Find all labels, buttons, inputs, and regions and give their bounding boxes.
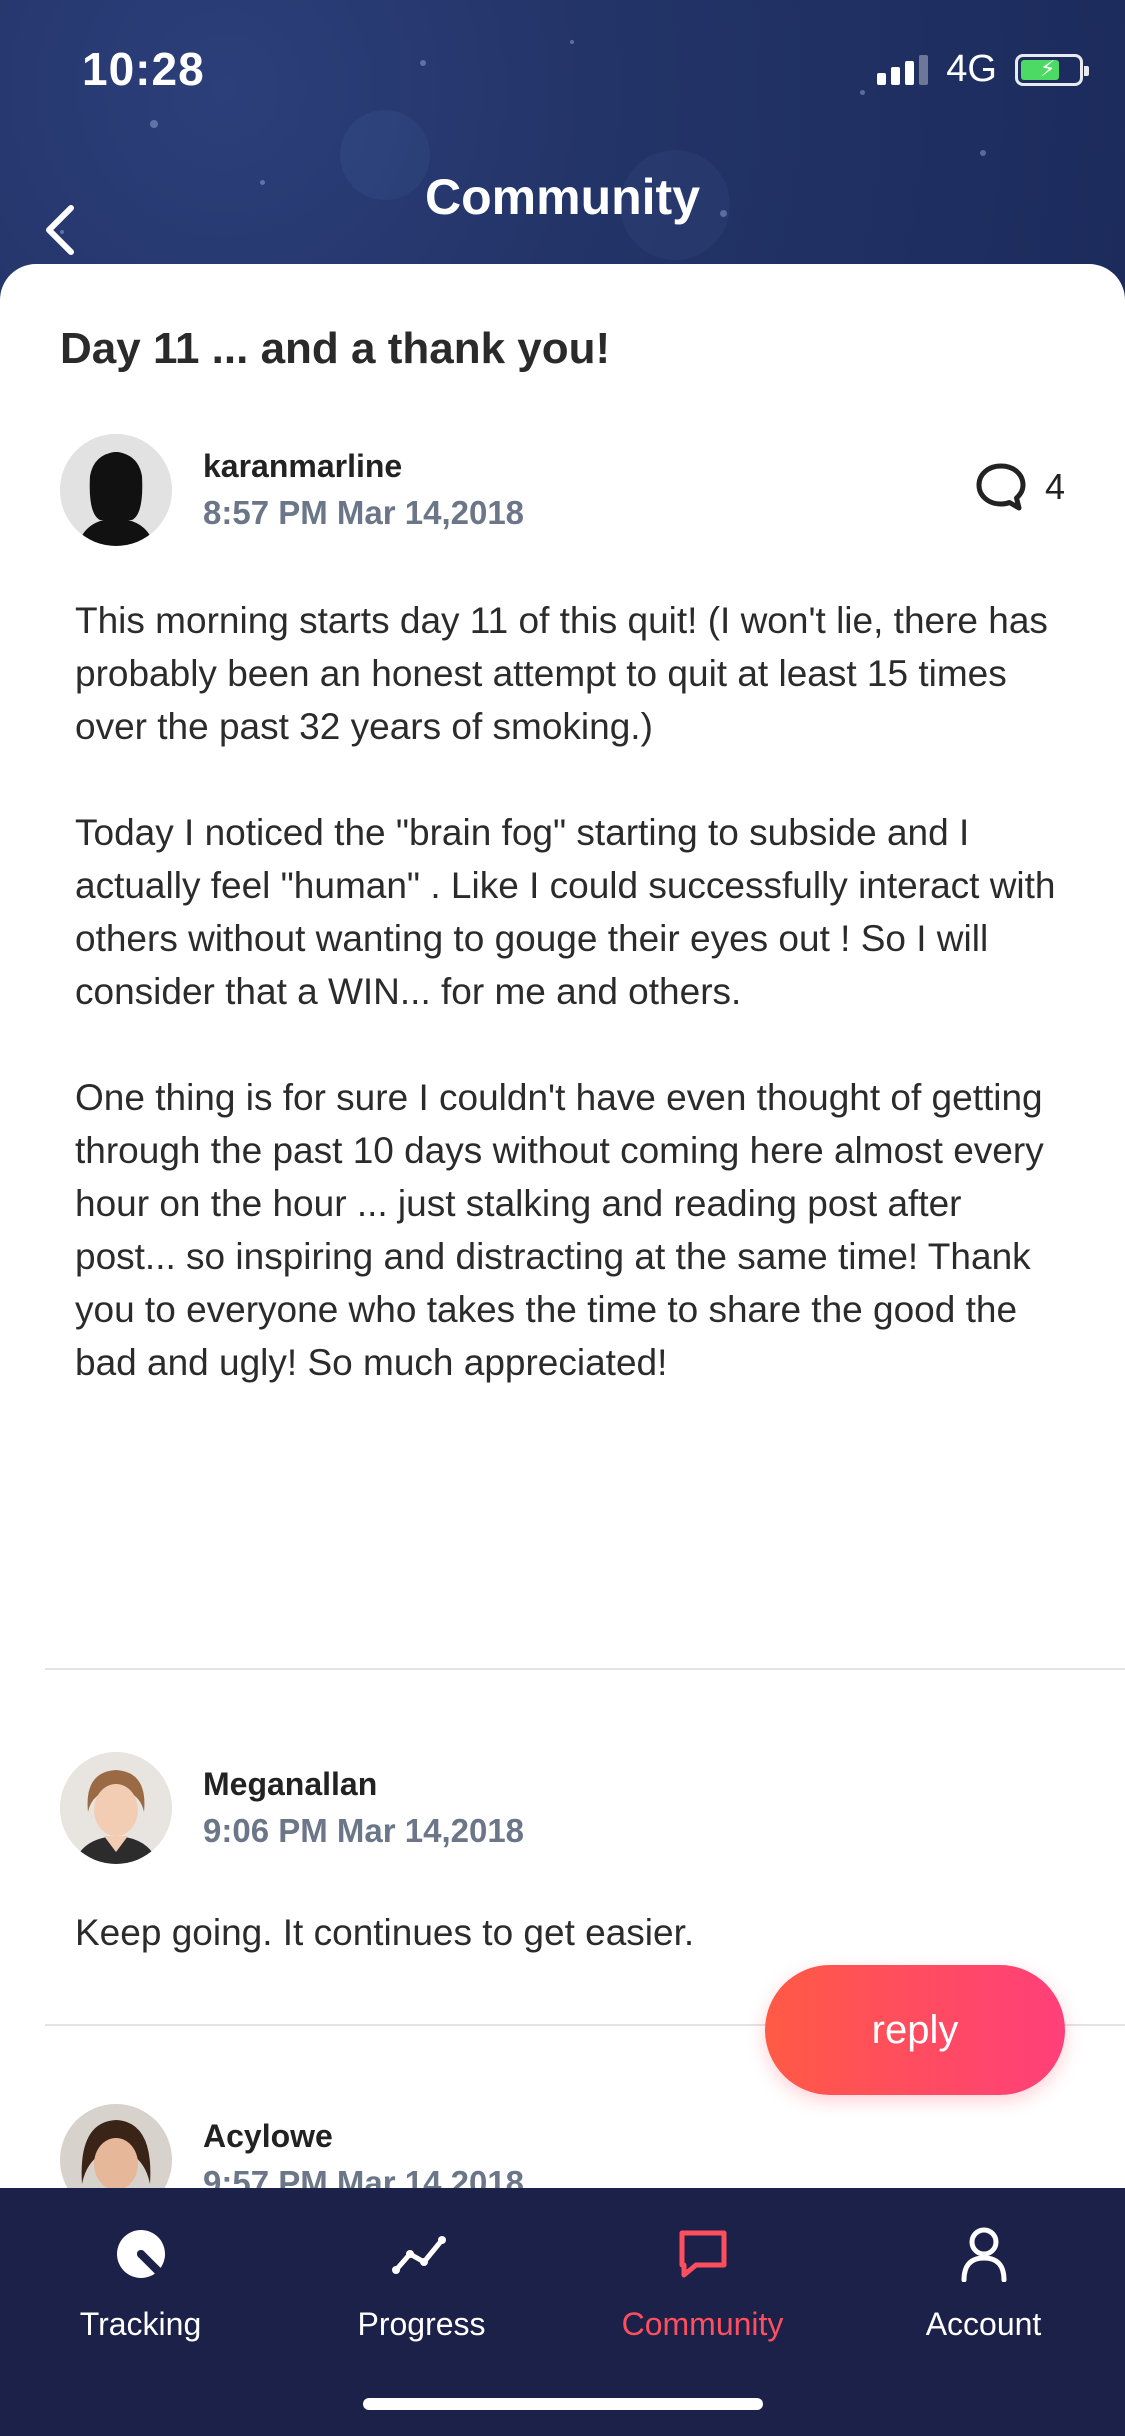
post-author-row: karanmarline 8:57 PM Mar 14,2018 4 bbox=[60, 434, 1065, 549]
community-icon bbox=[679, 2230, 726, 2278]
signal-icon bbox=[877, 54, 929, 85]
tab-bar: Tracking Progress Community Account bbox=[0, 2188, 1125, 2436]
battery-icon: ⚡ bbox=[1015, 53, 1089, 86]
tab-community[interactable]: Community bbox=[562, 2188, 843, 2388]
post-timestamp: 8:57 PM Mar 14,2018 bbox=[203, 494, 525, 531]
page-title: Community bbox=[425, 169, 700, 225]
comment-text: Keep going. It continues to get easier. bbox=[75, 1912, 695, 1953]
user-photo-icon bbox=[60, 2104, 172, 2188]
network-label: 4G bbox=[946, 48, 997, 90]
tab-label: Account bbox=[925, 2306, 1042, 2342]
tracking-icon bbox=[116, 2230, 167, 2280]
comment-count-value: 4 bbox=[1044, 466, 1065, 507]
header: 10:28 4G ⚡ Community bbox=[0, 0, 1125, 300]
post-paragraph: This morning starts day 11 of this quit!… bbox=[75, 600, 1048, 747]
status-indicators: 4G ⚡ bbox=[877, 48, 1089, 91]
post-author-name[interactable]: karanmarline bbox=[203, 448, 402, 485]
tab-account[interactable]: Account bbox=[843, 2188, 1124, 2388]
avatar[interactable] bbox=[60, 1752, 172, 1864]
tab-label: Tracking bbox=[79, 2306, 202, 2342]
account-icon bbox=[961, 2227, 1006, 2282]
comment-item: Acylowe 9:57 PM Mar 14,2018 bbox=[60, 2104, 1065, 2188]
reply-button[interactable]: reply bbox=[765, 1965, 1065, 2095]
tab-label: Progress bbox=[357, 2306, 486, 2342]
tab-label: Community bbox=[621, 2306, 784, 2342]
post-paragraph: Today I noticed the "brain fog" starting… bbox=[75, 812, 1056, 1012]
post-paragraph: One thing is for sure I couldn't have ev… bbox=[75, 1077, 1044, 1383]
post-detail-card: Day 11 ... and a thank you! karanmarline… bbox=[0, 264, 1125, 2188]
default-avatar-icon bbox=[60, 434, 172, 546]
comment-timestamp: 9:06 PM Mar 14,2018 bbox=[203, 1812, 525, 1849]
comment-author-name[interactable]: Meganallan bbox=[203, 1766, 377, 1803]
comment-count[interactable]: 4 bbox=[975, 462, 1065, 512]
tab-progress[interactable]: Progress bbox=[281, 2188, 562, 2388]
comment-item: Meganallan 9:06 PM Mar 14,2018 Keep goin… bbox=[60, 1752, 1065, 1953]
avatar[interactable] bbox=[60, 2104, 172, 2188]
comment-timestamp: 9:57 PM Mar 14,2018 bbox=[203, 2164, 525, 2188]
post-title: Day 11 ... and a thank you! bbox=[60, 324, 611, 373]
post-body: This morning starts day 11 of this quit!… bbox=[75, 594, 1065, 1442]
comment-author-name[interactable]: Acylowe bbox=[203, 2118, 333, 2155]
status-time: 10:28 bbox=[82, 43, 205, 95]
home-indicator[interactable] bbox=[363, 2398, 763, 2410]
tab-tracking[interactable]: Tracking bbox=[0, 2188, 281, 2388]
progress-icon bbox=[391, 2236, 446, 2274]
divider bbox=[45, 1668, 1125, 1670]
user-photo-icon bbox=[60, 1752, 172, 1864]
avatar[interactable] bbox=[60, 434, 172, 546]
comment-bubble-icon bbox=[976, 463, 1026, 511]
